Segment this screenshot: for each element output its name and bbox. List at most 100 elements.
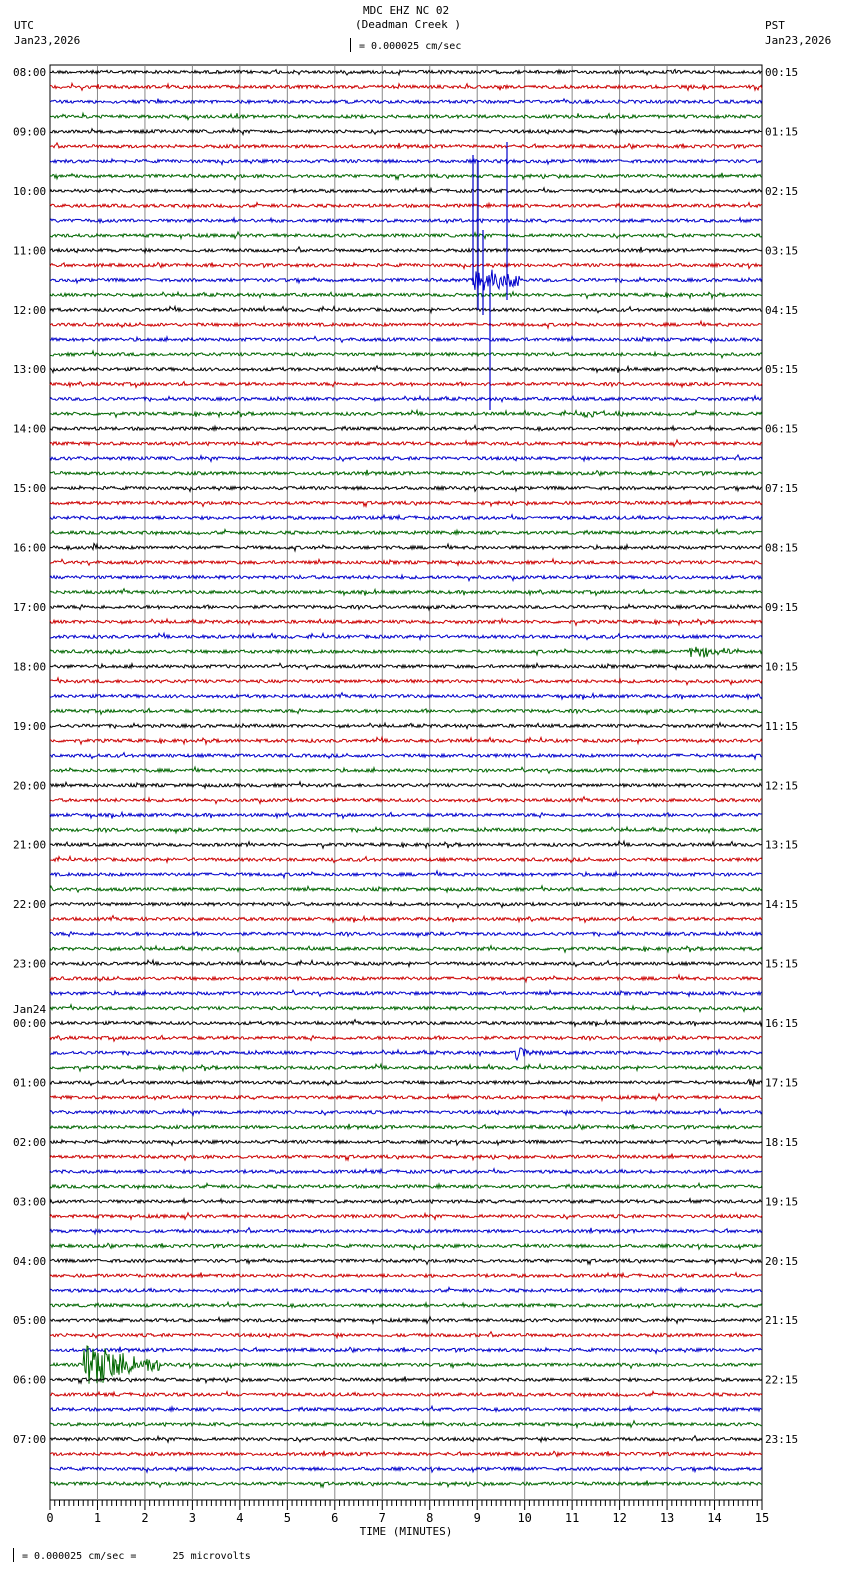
seismic-trace [49, 958, 763, 969]
seismic-trace [49, 97, 763, 105]
utc-hour-label: 00:00 [13, 1017, 46, 1030]
seismic-trace [49, 1450, 763, 1458]
pst-hour-label: 00:15 [765, 66, 798, 79]
seismic-trace [49, 914, 763, 924]
x-tick-label: 15 [755, 1511, 769, 1525]
x-tick-label: 5 [284, 1511, 291, 1525]
seismic-trace [49, 869, 763, 880]
seismic-trace [49, 1315, 763, 1326]
seismic-trace [49, 157, 763, 167]
seismic-trace [49, 111, 763, 122]
seismic-trace [49, 721, 763, 731]
seismic-trace [49, 290, 763, 301]
utc-hour-label: 10:00 [13, 185, 46, 198]
seismic-trace [49, 1330, 763, 1340]
utc-hour-label: 01:00 [13, 1076, 46, 1089]
footer-scale: = 0.000025 cm/sec = 25 microvolts [0, 1548, 251, 1562]
pst-hour-label: 22:15 [765, 1374, 798, 1387]
seismic-trace [49, 1181, 763, 1191]
seismic-trace [49, 765, 763, 775]
seismic-trace [49, 68, 763, 77]
seismic-trace [49, 795, 763, 806]
utc-hour-label: 06:00 [13, 1374, 46, 1387]
seismic-trace [49, 1300, 763, 1310]
pst-hour-label: 15:15 [765, 958, 798, 971]
seismic-trace [49, 944, 763, 954]
seismic-trace [49, 528, 763, 537]
utc-hour-label: 15:00 [13, 482, 46, 495]
seismic-trace [49, 424, 763, 433]
seismic-trace [50, 854, 763, 865]
pst-hour-label: 11:15 [765, 720, 798, 733]
seismic-trace [49, 587, 763, 597]
x-tick-label: 8 [426, 1511, 433, 1525]
utc-hour-label: 09:00 [13, 125, 46, 138]
utc-hour-label: 08:00 [13, 66, 46, 79]
seismic-trace [49, 186, 763, 195]
pst-hour-label: 02:15 [765, 185, 798, 198]
utc-hour-label: 19:00 [13, 720, 46, 733]
seismic-trace [50, 825, 763, 835]
pst-hour-label: 18:15 [765, 1136, 798, 1149]
pst-hour-label: 05:15 [765, 363, 798, 376]
seismic-trace [49, 380, 763, 389]
pst-hour-label: 20:15 [765, 1255, 798, 1268]
seismic-trace [49, 1034, 763, 1043]
seismic-trace [49, 335, 763, 344]
seismic-trace [49, 973, 763, 984]
x-tick-label: 0 [46, 1511, 53, 1525]
x-tick-label: 2 [141, 1511, 148, 1525]
seismic-trace [50, 408, 763, 419]
date-change-label: Jan24 [13, 1003, 46, 1016]
seismic-trace [49, 1257, 763, 1266]
seismic-trace [49, 245, 763, 255]
seismic-trace [49, 557, 763, 567]
utc-hour-label: 16:00 [13, 542, 46, 555]
seismic-trace [49, 631, 763, 642]
seismic-trace [49, 1465, 763, 1474]
pst-hour-label: 19:15 [765, 1195, 798, 1208]
x-tick-label: 7 [379, 1511, 386, 1525]
seismic-trace [49, 1271, 763, 1279]
seismic-trace [49, 1242, 763, 1251]
footer-scale-text: = 0.000025 cm/sec = 25 microvolts [22, 1551, 251, 1562]
seismic-trace [49, 172, 763, 182]
seismic-trace [49, 573, 763, 583]
seismic-trace [49, 1167, 763, 1175]
x-tick-label: 11 [565, 1511, 579, 1525]
utc-hour-label: 12:00 [13, 304, 46, 317]
seismic-trace [49, 1480, 763, 1489]
x-tick-label: 12 [612, 1511, 626, 1525]
seismic-trace [49, 216, 763, 225]
pst-hour-label: 01:15 [765, 125, 798, 138]
seismic-trace [49, 735, 763, 746]
seismic-trace [49, 1434, 763, 1444]
seismic-trace [49, 201, 763, 210]
x-tick-label: 3 [189, 1511, 196, 1525]
seismic-trace [49, 1153, 763, 1162]
seismic-trace [49, 484, 763, 494]
seismic-trace [49, 839, 763, 850]
pst-hour-label: 10:15 [765, 660, 798, 673]
seismic-trace [49, 810, 763, 820]
seismic-trace [49, 1346, 763, 1355]
seismic-trace [49, 542, 763, 553]
seismic-trace [49, 230, 763, 241]
seismic-trace [49, 691, 763, 701]
x-tick-label: 10 [517, 1511, 531, 1525]
seismic-trace [49, 707, 763, 716]
seismic-trace [49, 1389, 763, 1399]
seismic-trace [49, 1092, 763, 1103]
seismic-trace [49, 261, 763, 271]
seismic-trace [49, 780, 763, 790]
seismic-trace [49, 676, 763, 687]
seismic-trace [49, 751, 763, 761]
seismic-trace [49, 646, 763, 658]
seismic-trace [49, 499, 763, 509]
x-tick-label: 14 [707, 1511, 721, 1525]
seismic-trace [49, 453, 763, 464]
seismic-trace [49, 930, 763, 939]
seismic-trace [49, 513, 763, 521]
utc-hour-label: 07:00 [13, 1433, 46, 1446]
seismic-trace [49, 603, 763, 612]
